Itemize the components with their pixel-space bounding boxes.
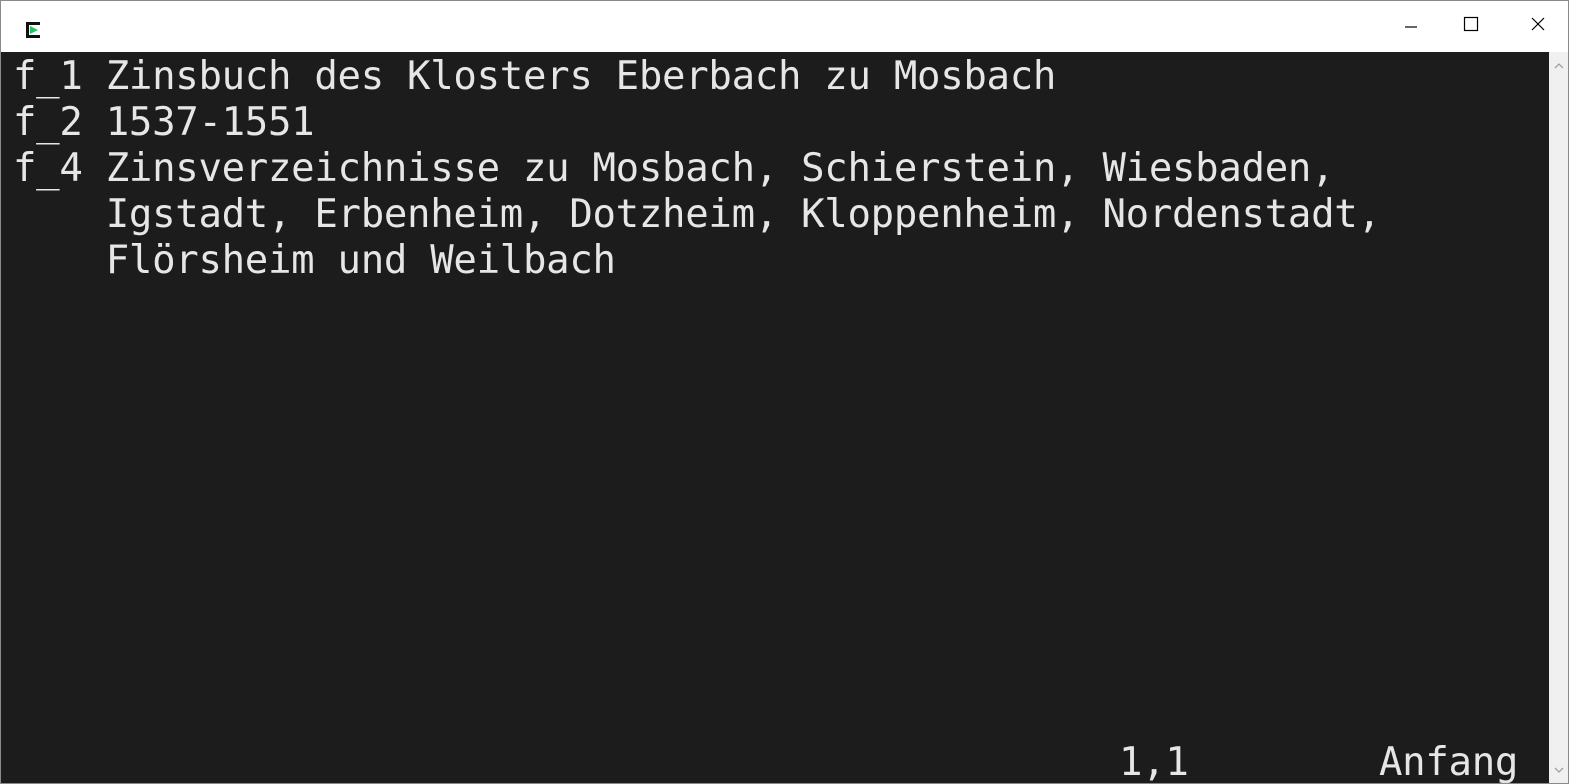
scroll-up-button[interactable] [1549, 56, 1568, 76]
minimize-button[interactable] [1381, 1, 1441, 52]
minimize-icon [1404, 17, 1418, 36]
text-line-1: f_1 Zinsbuch des Klosters Eberbach zu Mo… [13, 54, 1057, 99]
terminal-text-area[interactable]: f_1 Zinsbuch des Klosters Eberbach zu Mo… [1, 52, 1549, 784]
chevron-up-icon [1554, 57, 1564, 75]
maximize-icon [1463, 16, 1479, 37]
vertical-scrollbar[interactable] [1549, 52, 1568, 783]
close-icon [1530, 16, 1546, 37]
maximize-button[interactable] [1441, 1, 1501, 52]
close-button[interactable] [1508, 1, 1568, 52]
scroll-position-indicator: Anfang [1379, 740, 1519, 784]
chevron-down-icon [1554, 761, 1564, 779]
console-window: f_1 Zinsbuch des Klosters Eberbach zu Mo… [0, 0, 1569, 784]
title-bar[interactable] [1, 1, 1568, 52]
scroll-down-button[interactable] [1549, 760, 1568, 780]
text-line-4: Igstadt, Erbenheim, Dotzheim, Kloppenhei… [13, 192, 1381, 237]
text-line-5: Flörsheim und Weilbach [13, 238, 616, 283]
text-line-3: f_4 Zinsverzeichnisse zu Mosbach, Schier… [13, 146, 1335, 191]
console-app-icon [26, 22, 40, 38]
text-line-2: f_2 1537-1551 [13, 100, 315, 145]
cursor-position: 1,1 [1119, 740, 1189, 784]
